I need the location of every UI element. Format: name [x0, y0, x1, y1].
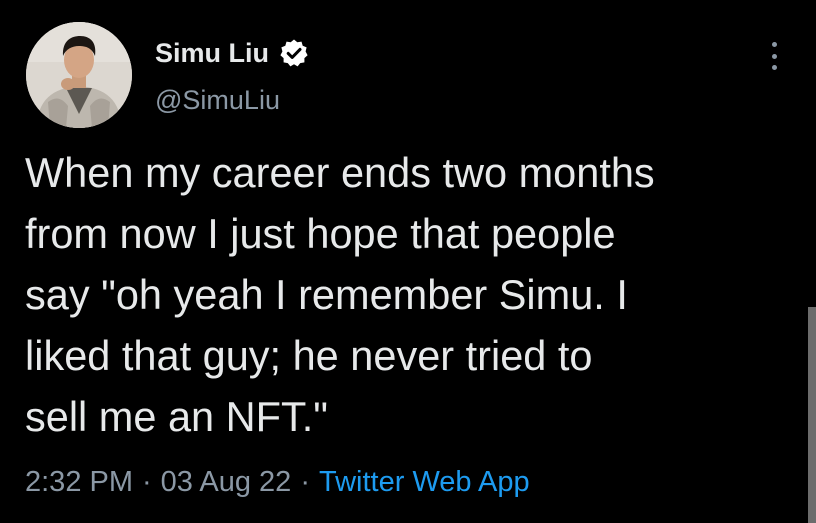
meta-separator: · — [300, 466, 310, 498]
tweet-text-line: sell me an NFT." — [25, 393, 329, 440]
tweet-text-line: When my career ends two months — [25, 149, 655, 196]
tweet-text-line: from now I just hope that people — [25, 210, 616, 257]
author-name-row[interactable]: Simu Liu — [155, 36, 309, 70]
scrollbar-thumb[interactable] — [808, 307, 816, 523]
more-options-button[interactable] — [762, 40, 786, 72]
tweet-text-line: say "oh yeah I remember Simu. I — [25, 271, 628, 318]
more-vertical-icon — [771, 42, 777, 47]
tweet-time[interactable]: 2:32 PM — [25, 462, 133, 502]
tweet-date[interactable]: 03 Aug 22 — [161, 462, 292, 502]
more-vertical-icon — [771, 65, 777, 70]
author-handle[interactable]: @SimuLiu — [155, 83, 280, 117]
author-display-name[interactable]: Simu Liu — [155, 36, 269, 70]
tweet-text-line: liked that guy; he never tried to — [25, 332, 593, 379]
meta-separator: · — [142, 466, 152, 498]
tweet-text: When my career ends two months from now … — [25, 142, 805, 447]
more-vertical-icon — [771, 53, 777, 59]
tweet-metadata: 2:32 PM · 03 Aug 22 · Twitter Web App — [25, 462, 530, 502]
avatar-photo-icon — [26, 22, 132, 128]
tweet-source-link[interactable]: Twitter Web App — [319, 462, 530, 502]
author-avatar[interactable] — [26, 22, 132, 128]
tweet-card: Simu Liu @SimuLiu When my career ends tw… — [0, 0, 816, 523]
verified-badge-icon — [280, 39, 308, 67]
